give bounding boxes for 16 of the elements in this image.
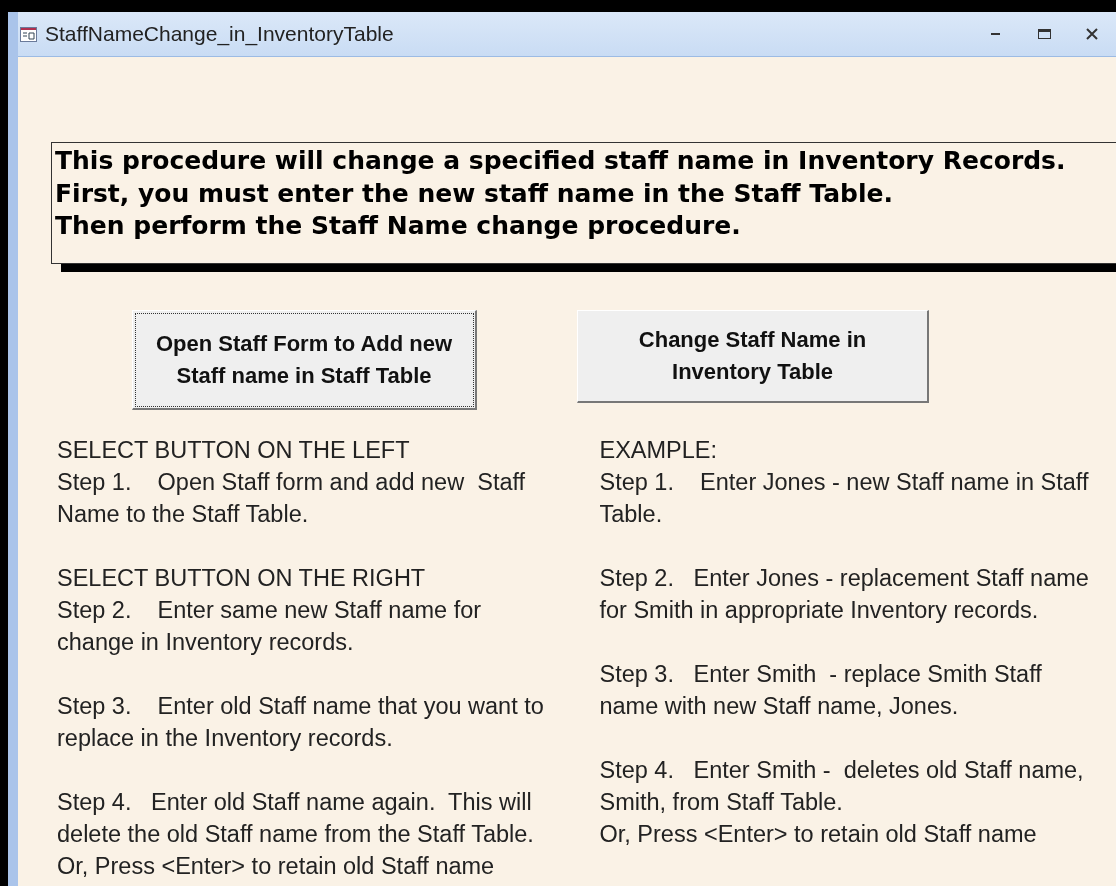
instruction-text: Step 3. Enter Smith - replace Smith Staff name with new Staff name, Jones.	[599, 660, 1043, 721]
instruction-text: Step 2. Enter Jones - replacement Staff name for Smith in appropriate Inventory records.	[599, 564, 1090, 625]
instruction-text: Step 4. Enter old Staff name again. This will delete the old Staff name from the Staff Table. Or, Press <Enter> to retain old Staff name	[57, 788, 535, 881]
close-icon	[1086, 28, 1098, 40]
instruction-text: Step 3. Enter old Staff name that you want to replace in the Inventory records.	[57, 692, 545, 753]
instruction-text: SELECT BUTTON ON THE RIGHT Step 2. Enter same new Staff name for change in Inventory records.	[57, 564, 483, 657]
window-title: StaffNameChange_in_InventoryTable	[45, 21, 395, 48]
action-button[interactable]: Change Staff Name in Inventory Table	[577, 310, 929, 403]
notice-text: This procedure will change a specified staff name in Inventory Records. First, you must enter the new staff name in the Staff Table. Then perform the Staff Name change procedure.	[51, 142, 1116, 264]
instruction-text: SELECT BUTTON ON THE LEFT Step 1. Open Staff form and add new Staff Name to the Staff Table.	[57, 436, 527, 529]
instruction-text: Step 4. Enter Smith - deletes old Staff name, Smith, from Staff Table. Or, Press <Enter> to retain old Staff name	[599, 756, 1085, 849]
minimize-icon	[991, 32, 1001, 36]
window-icon	[20, 26, 37, 42]
maximize-icon	[1037, 29, 1051, 39]
action-button[interactable]: Open Staff Form to Add new Staff name in Staff Table	[132, 310, 477, 410]
instruction-text: EXAMPLE: Step 1. Enter Jones - new Staff name in Staff Table.	[599, 436, 1090, 529]
